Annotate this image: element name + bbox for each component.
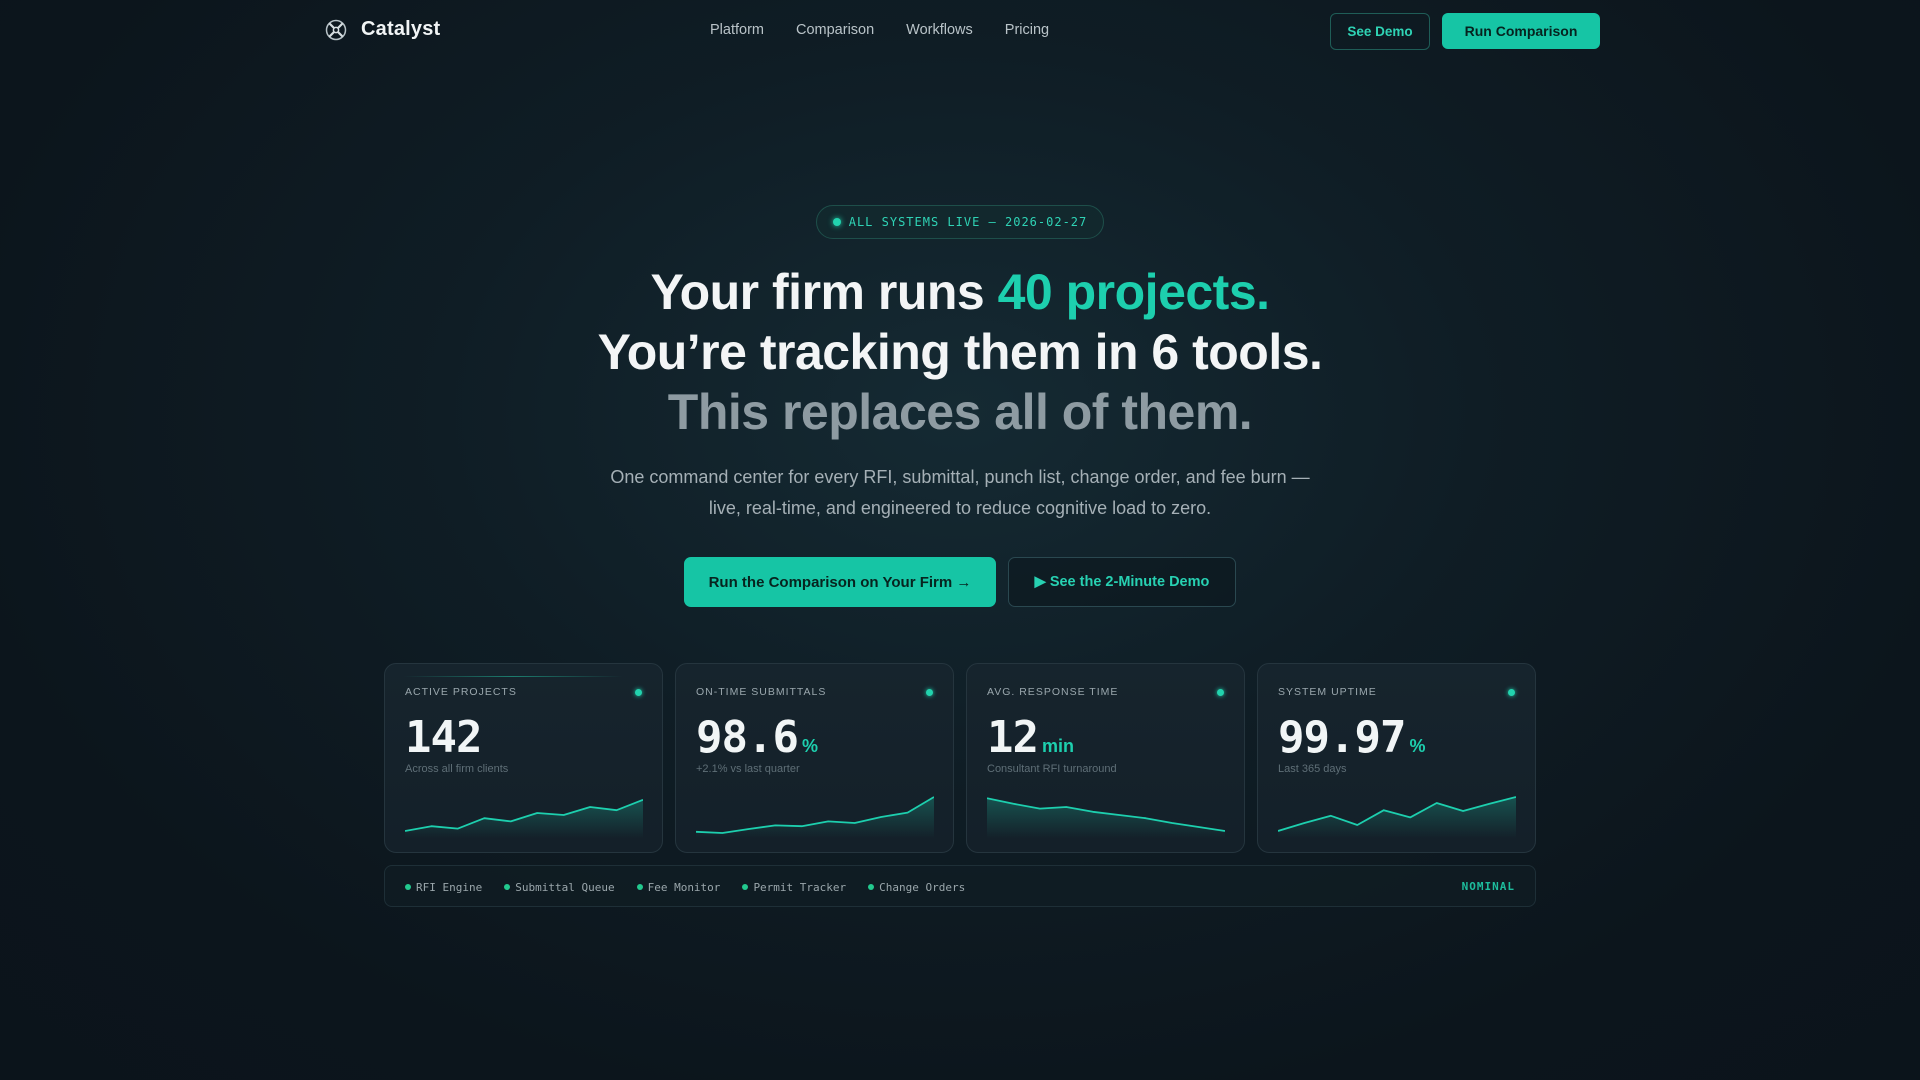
status-dot-icon xyxy=(1508,689,1515,696)
metric-unit: % xyxy=(801,736,818,756)
hero-headline: Your firm runs 40 projects. You’re track… xyxy=(0,262,1920,442)
system-label: Submittal Queue xyxy=(515,880,615,894)
run-comparison-cta-button[interactable]: Run the Comparison on Your Firm → xyxy=(684,557,996,607)
metric-unit: min xyxy=(1041,736,1074,756)
sparkline-chart xyxy=(405,798,643,838)
metric-subtext: +2.1% vs last quarter xyxy=(696,763,800,775)
headline-accent: 40 projects. xyxy=(997,264,1270,320)
run-comparison-button[interactable]: Run Comparison xyxy=(1442,13,1600,49)
headline-line-2: You’re tracking them in 6 tools. xyxy=(597,324,1323,380)
headline-line-1: Your firm runs 40 projects. xyxy=(0,262,1920,322)
nav-link-workflows[interactable]: Workflows xyxy=(906,22,973,38)
metric-label: ACTIVE PROJECTS xyxy=(405,686,517,698)
system-label: RFI Engine xyxy=(416,880,483,894)
headline-line-1-text: Your firm runs xyxy=(650,264,998,320)
brand[interactable]: Catalyst xyxy=(325,18,440,41)
system-label: Change Orders xyxy=(879,880,966,894)
status-dot-icon xyxy=(504,884,511,890)
system-item-submittal-queue: Submittal Queue xyxy=(504,880,615,894)
top-nav: Catalyst Platform Comparison Workflows P… xyxy=(0,0,1920,62)
status-dot-icon xyxy=(868,884,875,890)
metric-label: SYSTEM UPTIME xyxy=(1278,686,1377,698)
sparkline-area xyxy=(1278,797,1516,838)
metric-card-on-time-submittals: ON-TIME SUBMITTALS 98.6 % +2.1% vs last … xyxy=(675,663,954,853)
metric-card-system-uptime: SYSTEM UPTIME 99.97 % Last 365 days xyxy=(1257,663,1536,853)
system-item-fee-monitor: Fee Monitor xyxy=(636,880,721,894)
catalyst-logo-icon xyxy=(325,19,347,40)
system-list: RFI Engine Submittal Queue Fee Monitor P… xyxy=(405,866,965,908)
metric-value: 99.97 % xyxy=(1278,712,1425,763)
metric-label: ON-TIME SUBMITTALS xyxy=(696,686,827,698)
sparkline-chart xyxy=(1278,796,1516,838)
status-dot-icon xyxy=(926,689,933,696)
nav-link-comparison[interactable]: Comparison xyxy=(796,22,874,38)
sparkline-area xyxy=(405,799,643,838)
system-item-permit-tracker: Permit Tracker xyxy=(742,881,846,894)
system-item-rfi-engine: RFI Engine xyxy=(405,881,482,894)
metric-number: 99.97 xyxy=(1278,712,1406,763)
metric-number: 98.6 xyxy=(696,712,799,763)
brand-name: Catalyst xyxy=(361,18,441,40)
system-item-change-orders: Change Orders xyxy=(868,881,965,894)
card-accent-line xyxy=(403,676,623,677)
system-state-badge: NOMINAL xyxy=(1461,880,1515,893)
status-text: ALL SYSTEMS LIVE — 2026-02-27 xyxy=(848,215,1088,229)
metric-value: 12 min xyxy=(987,712,1074,763)
nav-link-platform[interactable]: Platform xyxy=(710,22,764,38)
hero-subtext: One command center for every RFI, submit… xyxy=(610,467,1310,518)
metric-number: 12 xyxy=(987,712,1039,763)
live-dot-icon xyxy=(832,218,841,226)
status-dot-icon xyxy=(636,884,643,890)
metric-card-active-projects: ACTIVE PROJECTS 142 Across all firm clie… xyxy=(384,663,663,853)
metric-card-avg-response-time: AVG. RESPONSE TIME 12 min Consultant RFI… xyxy=(966,663,1245,853)
metric-subtext: Consultant RFI turnaround xyxy=(987,763,1117,775)
metric-subtext: Last 365 days xyxy=(1278,763,1347,775)
nav-link-pricing[interactable]: Pricing xyxy=(1005,22,1049,38)
metric-value: 142 xyxy=(405,712,485,763)
status-dot-icon xyxy=(1217,689,1224,696)
metric-value: 98.6 % xyxy=(696,712,818,763)
see-demo-button[interactable]: See Demo xyxy=(1330,13,1430,50)
status-dot-icon xyxy=(742,884,749,890)
headline-line-3: This replaces all of them. xyxy=(667,384,1253,440)
sparkline-chart xyxy=(696,796,934,838)
status-dot-icon xyxy=(635,689,642,696)
metric-subtext: Across all firm clients xyxy=(405,763,509,775)
system-label: Fee Monitor xyxy=(647,880,721,894)
watch-demo-button[interactable]: ▶ See the 2-Minute Demo xyxy=(1008,557,1236,607)
status-badge: ALL SYSTEMS LIVE — 2026-02-27 xyxy=(816,205,1104,239)
sparkline-area xyxy=(987,798,1225,838)
status-dot-icon xyxy=(405,884,411,890)
system-status-bar: RFI Engine Submittal Queue Fee Monitor P… xyxy=(384,865,1536,907)
nav-links: Platform Comparison Workflows Pricing xyxy=(710,22,1049,38)
sparkline-chart xyxy=(987,797,1225,838)
metric-unit: % xyxy=(1409,736,1426,756)
metric-label: AVG. RESPONSE TIME xyxy=(987,686,1119,698)
metric-number: 142 xyxy=(405,712,482,763)
system-label: Permit Tracker xyxy=(753,880,847,894)
